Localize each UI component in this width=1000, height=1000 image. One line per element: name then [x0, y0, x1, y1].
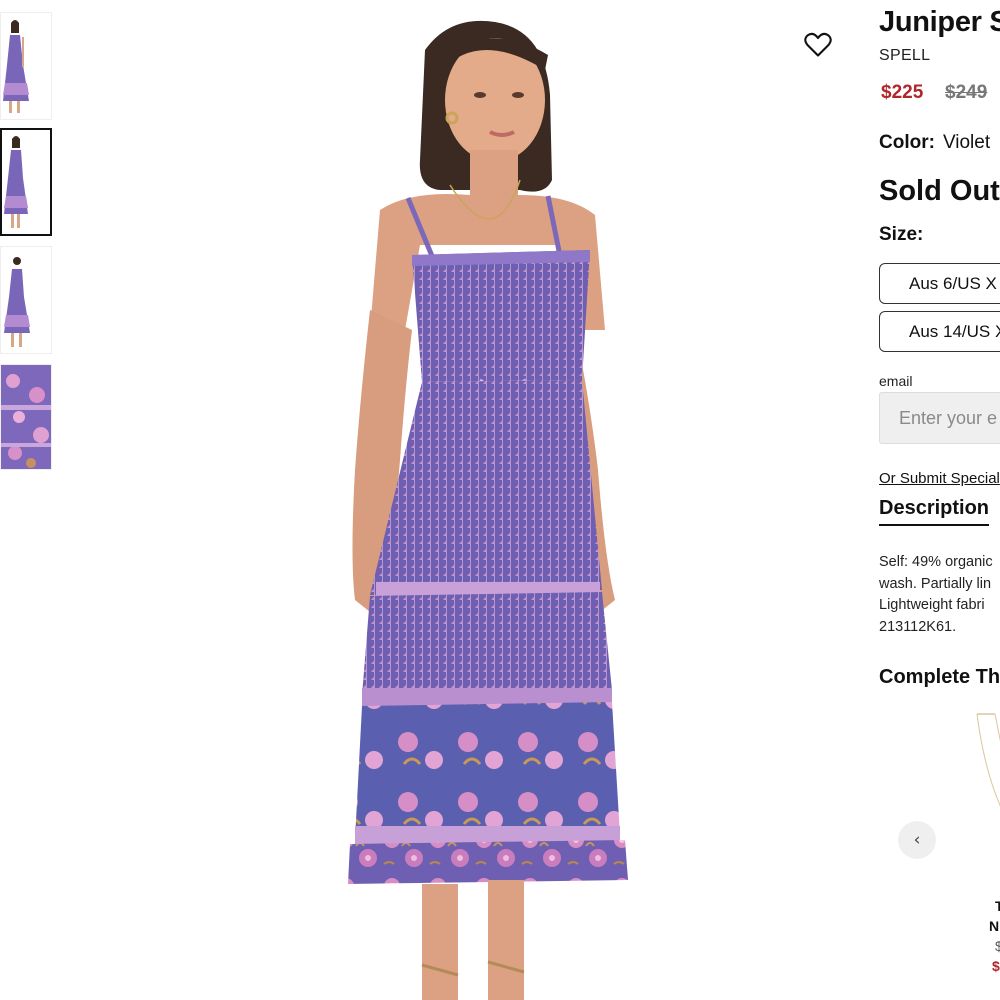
color-row: Color: Violet: [879, 132, 990, 154]
email-input[interactable]: [879, 392, 1000, 444]
dress-side-image: [2, 130, 50, 234]
description-text: Self: 49% organic wash. Partially lin Li…: [879, 552, 1000, 639]
chevron-left-icon: ‹: [913, 830, 921, 850]
original-price: $249: [945, 82, 988, 103]
color-value: Violet: [942, 132, 991, 153]
size-label: Size:: [879, 224, 924, 245]
product-details-panel: Juniper S SPELL $225 $249 Color: Violet S…: [879, 0, 1000, 1000]
thumbnail-front[interactable]: [0, 12, 52, 120]
recommendation-original-price: $: [995, 938, 1000, 954]
thumbnail-fabric[interactable]: [0, 364, 52, 470]
carousel-prev-button[interactable]: ‹: [898, 821, 936, 859]
thumbnail-back[interactable]: [0, 246, 52, 354]
email-label: email: [879, 373, 913, 389]
recommendation-brand[interactable]: T: [995, 898, 1000, 914]
product-title: Juniper S: [879, 6, 1000, 38]
dress-front-image: [1, 13, 51, 119]
description-line: 213112K61.: [879, 619, 957, 636]
brand-name[interactable]: SPELL: [879, 47, 930, 65]
recommendation-name[interactable]: N: [989, 918, 999, 934]
size-option-button[interactable]: Aus 6/US X: [879, 263, 1000, 304]
dress-back-image: [1, 247, 51, 353]
complete-the-look-heading: Complete The: [879, 666, 1000, 688]
color-label: Color:: [879, 132, 935, 153]
sold-out-status: Sold Out: [879, 175, 1000, 207]
heart-icon[interactable]: [804, 32, 832, 58]
fabric-detail-image: [1, 365, 51, 469]
recommendation-sale-price: $: [992, 958, 1000, 974]
sale-price: $225: [881, 82, 924, 103]
main-product-image: [150, 0, 850, 1000]
size-option-button[interactable]: Aus 14/US X: [879, 311, 1000, 352]
description-line: wash. Partially lin: [879, 575, 992, 592]
description-line: Lightweight fabri: [879, 597, 985, 614]
necklace-product-image[interactable]: [975, 706, 1000, 826]
tab-description[interactable]: Description: [879, 497, 990, 526]
thumbnail-side[interactable]: [0, 128, 52, 236]
special-order-link[interactable]: Or Submit Special: [879, 470, 1000, 487]
model-in-dress-illustration: [348, 20, 628, 1000]
description-line: Self: 49% organic: [879, 554, 993, 570]
